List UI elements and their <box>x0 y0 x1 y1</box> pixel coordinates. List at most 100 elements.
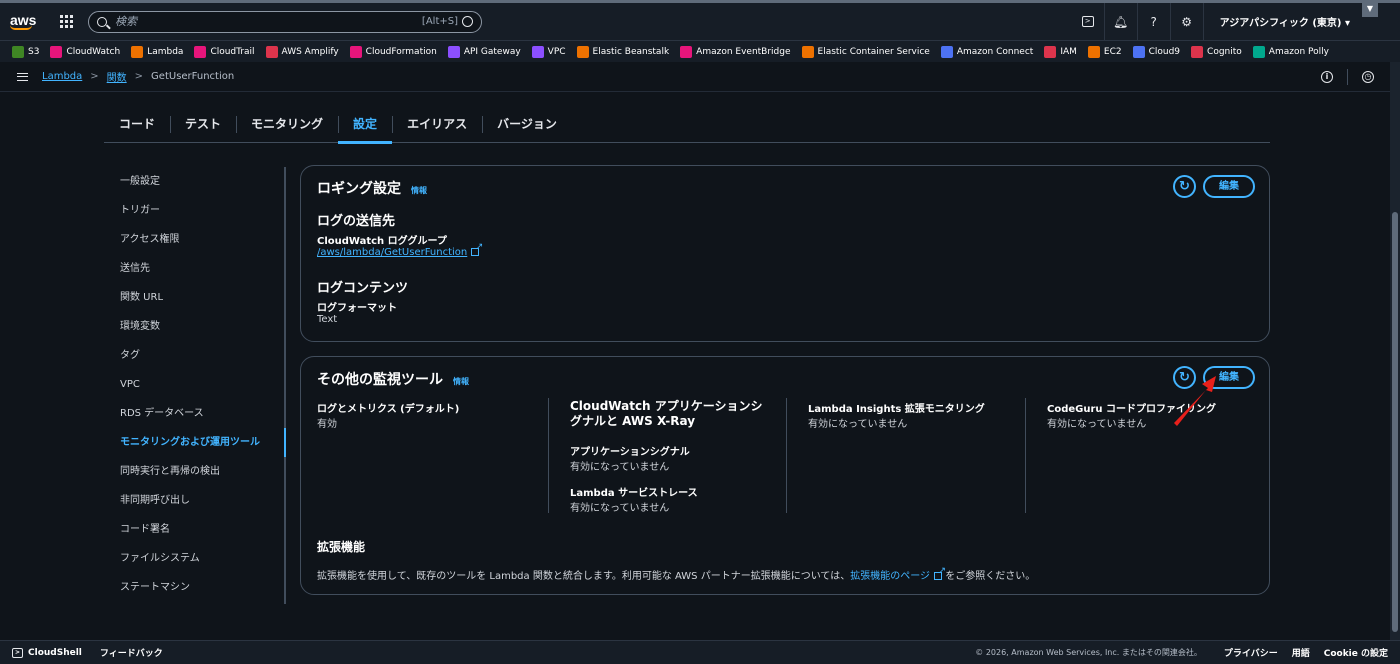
favorite-label: Amazon EventBridge <box>696 46 791 57</box>
sidenav-item[interactable]: ファイルシステム <box>104 544 284 573</box>
favorite-cloudwatch[interactable]: CloudWatch <box>50 45 120 58</box>
monitoring-title-row: その他の監視ツール 情報 <box>317 369 469 389</box>
settings-button[interactable]: ⚙ <box>1171 3 1204 40</box>
service-icon <box>680 45 693 58</box>
favorite-aws-amplify[interactable]: AWS Amplify <box>265 45 339 58</box>
menu-icon[interactable] <box>17 72 28 81</box>
extensions-page-link[interactable]: 拡張機能のページ <box>850 571 930 582</box>
favorite-cloud9[interactable]: Cloud9 <box>1132 45 1181 58</box>
search-clear-icon[interactable] <box>462 16 473 27</box>
config-side-nav: 一般設定 トリガー アクセス権限 送信先 関数 URL 環境変数 タグ VPC RDS データベ… <box>104 167 286 604</box>
tab-5[interactable]: バージョン <box>482 105 572 143</box>
sidenav-item[interactable]: トリガー <box>104 196 284 225</box>
favorite-amazon-polly[interactable]: Amazon Polly <box>1252 45 1329 58</box>
favorite-label: Elastic Container Service <box>817 46 930 57</box>
log-group-label: CloudWatch ロググループ <box>317 236 447 247</box>
sidenav-item[interactable]: RDS データベース <box>104 399 284 428</box>
sidenav-item[interactable]: ステートマシン <box>104 573 284 602</box>
favorite-ec2[interactable]: EC2 <box>1087 45 1122 58</box>
service-icon <box>447 45 460 58</box>
favorite-lambda[interactable]: Lambda <box>131 45 183 58</box>
panel-title: ロギング設定 <box>317 181 401 197</box>
favorite-elastic-container-service[interactable]: Elastic Container Service <box>801 45 930 58</box>
cloudshell-footer-button[interactable]: > CloudShell <box>12 647 82 658</box>
breadcrumb-lambda[interactable]: Lambda <box>42 71 82 82</box>
service-icon <box>265 45 278 58</box>
sidenav-item[interactable]: モニタリングおよび運用ツール <box>104 428 286 457</box>
sidenav-item[interactable]: 非同期呼び出し <box>104 486 284 515</box>
logs-metrics-label: ログとメトリクス (デフォルト) <box>317 404 460 415</box>
favorite-label: Cloud9 <box>1148 46 1181 57</box>
sidenav-item[interactable]: アクセス権限 <box>104 225 284 254</box>
search-icon <box>97 16 107 27</box>
cloudshell-button[interactable]: > <box>1072 3 1105 40</box>
search-input[interactable] <box>115 15 422 28</box>
log-format-label: ログフォーマット <box>317 303 397 314</box>
app-signals-value: 有効になっていません <box>570 462 670 473</box>
favorite-vpc[interactable]: VPC <box>531 45 566 58</box>
favorite-label: Elastic Beanstalk <box>592 46 670 57</box>
scroll-up-icon[interactable]: ▼ <box>1362 3 1378 17</box>
favorite-label: CloudFormation <box>365 46 437 57</box>
sidenav-item[interactable]: 同時実行と再帰の検出 <box>104 457 284 486</box>
column-divider <box>548 398 549 513</box>
service-icon <box>1252 45 1265 58</box>
bell-icon: 🔔︎ <box>1113 14 1129 29</box>
feedback-link[interactable]: フィードバック <box>100 646 163 659</box>
terms-link[interactable]: 用語 <box>1292 646 1310 659</box>
favorite-elastic-beanstalk[interactable]: Elastic Beanstalk <box>576 45 670 58</box>
codeguru-value: 有効になっていません <box>1047 419 1147 430</box>
notifications-button[interactable]: 🔔︎ <box>1105 3 1138 40</box>
search-box[interactable]: [Alt+S] <box>88 10 482 33</box>
logging-config-panel: ロギング設定 情報 ↻ 編集 ログの送信先 CloudWatch ロググループ … <box>300 165 1270 342</box>
sidenav-item[interactable]: 一般設定 <box>104 167 284 196</box>
tab-2[interactable]: モニタリング <box>236 105 338 143</box>
help-icon: ? <box>1150 14 1157 29</box>
top-navigation: aws [Alt+S] > 🔔︎ ? ⚙ アジアパシフィック (東京) ▾ ▼ <box>0 0 1400 40</box>
aws-logo[interactable]: aws <box>10 13 40 30</box>
external-link-icon <box>471 242 483 256</box>
help-button[interactable]: ? <box>1138 3 1171 40</box>
sidenav-item[interactable]: VPC <box>104 370 284 399</box>
edit-button[interactable]: 編集 <box>1203 175 1255 198</box>
log-group-link[interactable]: /aws/lambda/GetUserFunction <box>317 247 467 258</box>
refresh-icon[interactable]: ↻ <box>1173 175 1196 198</box>
services-grid-icon[interactable] <box>60 14 74 29</box>
info-link[interactable]: 情報 <box>453 376 469 387</box>
info-link[interactable]: 情報 <box>411 185 427 196</box>
breadcrumb-functions[interactable]: 関数 <box>107 69 127 84</box>
sidenav-item[interactable]: コード署名 <box>104 515 284 544</box>
scrollbar-thumb[interactable] <box>1392 212 1398 632</box>
tab-3[interactable]: 設定 <box>338 105 393 144</box>
favorite-api-gateway[interactable]: API Gateway <box>447 45 521 58</box>
log-group-value-row: /aws/lambda/GetUserFunction <box>317 242 483 258</box>
sidenav-item[interactable]: 送信先 <box>104 254 284 283</box>
page-scrollbar[interactable] <box>1390 62 1400 640</box>
service-icon <box>801 45 814 58</box>
tab-1[interactable]: テスト <box>170 105 236 143</box>
red-arrow-annotation <box>1174 376 1216 426</box>
favorite-amazon-connect[interactable]: Amazon Connect <box>940 45 1033 58</box>
extensions-text: 拡張機能を使用して、既存のツールを Lambda 関数と統合します。利用可能な … <box>317 571 851 582</box>
tab-4[interactable]: エイリアス <box>392 105 482 143</box>
sidenav-item[interactable]: タグ <box>104 341 284 370</box>
sidenav-item[interactable]: 関数 URL <box>104 283 284 312</box>
favorite-amazon-eventbridge[interactable]: Amazon EventBridge <box>680 45 791 58</box>
favorite-label: EC2 <box>1103 46 1122 57</box>
privacy-link[interactable]: プライバシー <box>1224 646 1278 659</box>
favorite-iam[interactable]: IAM <box>1044 45 1077 58</box>
sidenav-item[interactable]: 環境変数 <box>104 312 284 341</box>
region-selector[interactable]: アジアパシフィック (東京) ▾ <box>1204 14 1350 29</box>
favorite-cloudtrail[interactable]: CloudTrail <box>194 45 255 58</box>
info-icon[interactable]: i <box>1321 71 1333 83</box>
favorite-label: AWS Amplify <box>281 46 339 57</box>
cookie-settings-link[interactable]: Cookie の設定 <box>1324 646 1388 659</box>
lambda-insights-value: 有効になっていません <box>808 419 908 430</box>
favorite-s3[interactable]: S3 <box>12 45 39 58</box>
extensions-title: 拡張機能 <box>317 540 366 554</box>
favorite-cognito[interactable]: Cognito <box>1191 45 1242 58</box>
console-footer: > CloudShell フィードバック © 2026, Amazon Web … <box>0 640 1400 664</box>
tab-0[interactable]: コード <box>104 105 170 143</box>
clock-icon[interactable]: ◷ <box>1362 71 1374 83</box>
favorite-cloudformation[interactable]: CloudFormation <box>349 45 437 58</box>
